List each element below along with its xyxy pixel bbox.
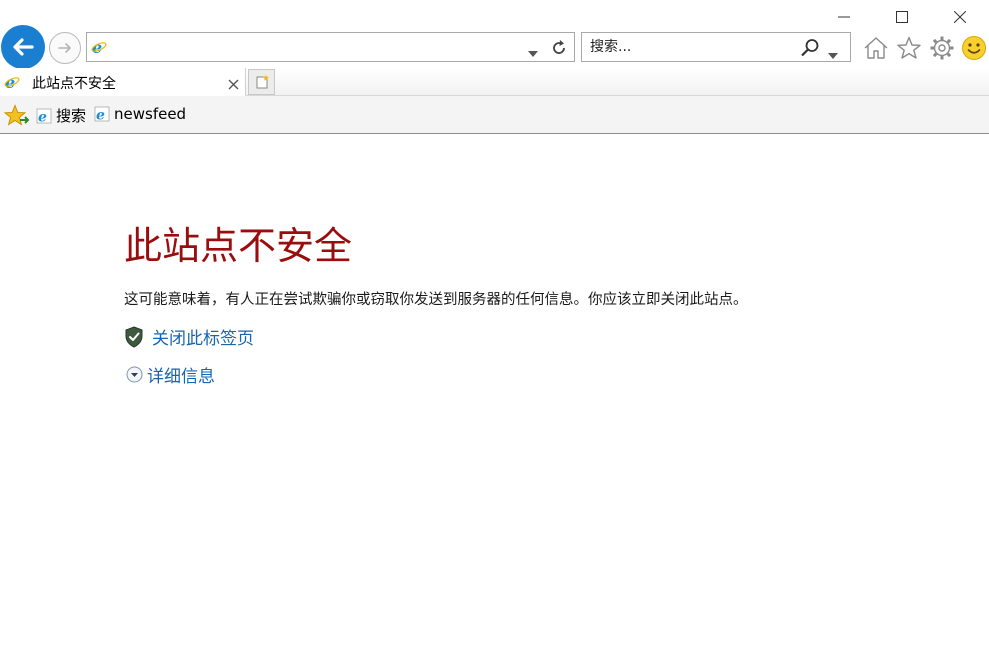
tab-active[interactable]: e 此站点不安全: [0, 68, 246, 96]
address-input[interactable]: [111, 35, 511, 59]
shield-check-icon: [125, 325, 143, 348]
expand-circle-icon: [126, 366, 143, 383]
ie-page-icon: e: [91, 38, 107, 59]
tab-bar: e 此站点不安全: [0, 68, 989, 96]
close-icon: [228, 79, 239, 90]
new-tab-button[interactable]: [248, 69, 275, 95]
gear-icon: [930, 36, 954, 60]
favorites-center-button[interactable]: [3, 104, 30, 132]
favorite-link-search[interactable]: e 搜索: [36, 105, 86, 126]
search-icon: [801, 39, 819, 57]
search-box[interactable]: [581, 32, 851, 62]
warning-description: 这可能意味着，有人正在尝试欺骗你或窃取你发送到服务器的任何信息。你应该立即关闭此…: [124, 292, 748, 308]
forward-arrow-icon: [58, 43, 71, 53]
refresh-button[interactable]: [549, 38, 569, 62]
ie-page-icon: e: [36, 108, 52, 124]
favorites-star-icon: [3, 104, 30, 126]
home-button[interactable]: [862, 34, 890, 62]
search-input[interactable]: [590, 36, 790, 58]
svg-text:e: e: [96, 108, 105, 123]
refresh-icon: [553, 40, 565, 54]
search-button[interactable]: [799, 38, 821, 62]
star-icon: [897, 36, 921, 59]
favorite-link-newsfeed[interactable]: e newsfeed: [94, 105, 186, 123]
new-tab-icon: [256, 74, 269, 89]
forward-button[interactable]: [49, 32, 81, 64]
svg-text:e: e: [38, 109, 47, 124]
back-button[interactable]: [1, 25, 45, 69]
favorite-link-label: 搜索: [56, 107, 87, 125]
back-arrow-icon: [13, 38, 34, 56]
more-info-link[interactable]: 详细信息: [147, 362, 215, 387]
feedback-button[interactable]: [960, 34, 988, 62]
home-icon: [864, 37, 888, 59]
tools-button[interactable]: [928, 34, 956, 62]
maximize-icon: [896, 11, 908, 23]
more-info-action[interactable]: 详细信息: [126, 362, 215, 387]
favorite-link-label: newsfeed: [114, 105, 187, 123]
close-icon: [954, 11, 966, 23]
chevron-down-icon: [828, 53, 838, 59]
minimize-icon: [838, 16, 850, 18]
search-provider-dropdown[interactable]: [828, 44, 838, 63]
close-tab-button[interactable]: [228, 75, 239, 94]
ie-page-icon: e: [94, 106, 110, 122]
tab-title: 此站点不安全: [32, 76, 116, 92]
favorites-button[interactable]: [895, 34, 923, 62]
address-dropdown-button[interactable]: [528, 42, 538, 61]
navigation-bar: e: [0, 24, 989, 70]
close-tab-action[interactable]: 关闭此标签页: [124, 324, 254, 349]
page-title: 此站点不安全: [124, 224, 353, 268]
chevron-down-icon: [528, 51, 538, 57]
ie-page-icon: e: [4, 73, 20, 94]
page-content: 此站点不安全 这可能意味着，有人正在尝试欺骗你或窃取你发送到服务器的任何信息。你…: [0, 135, 989, 650]
close-tab-link[interactable]: 关闭此标签页: [152, 324, 254, 349]
address-bar[interactable]: e: [86, 32, 575, 62]
favorites-bar: e 搜索 e newsfeed: [0, 96, 989, 134]
smiley-icon: [962, 36, 986, 60]
